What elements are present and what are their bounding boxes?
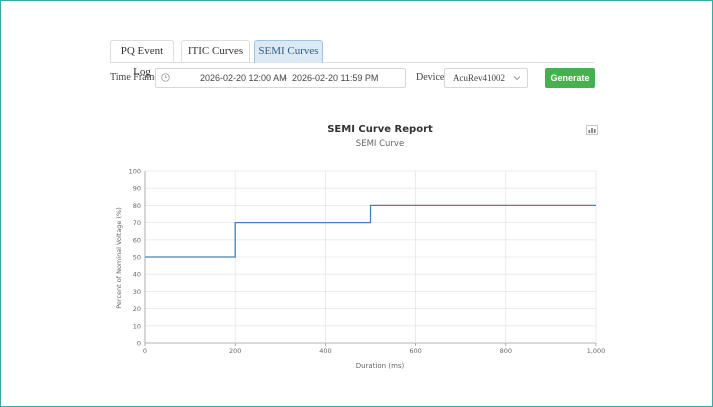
x-tick-label: 600 [409,347,421,355]
y-axis-label: Percent of Nominal Voltage (%) [115,207,123,309]
chart-subtitle: SEMI Curve [356,139,404,149]
y-tick-label: 90 [133,185,141,193]
y-tick-label: 80 [133,202,141,210]
x-tick-label: 200 [229,347,241,355]
x-axis-label: Duration (ms) [356,362,405,370]
y-tick-label: 10 [133,322,141,330]
chevron-down-icon [513,76,521,81]
date-separator: - [284,73,287,83]
y-tick-label: 70 [133,219,141,227]
chart-title: SEMI Curve Report [327,124,433,135]
end-date: 2026-02-20 11:59 PM [292,73,379,83]
device-select[interactable]: AcuRev41002 [444,68,528,88]
report-panel: PQ Event Log ITIC Curves SEMI Curves Tim… [0,0,713,407]
tab-semi-curves[interactable]: SEMI Curves [254,40,323,63]
y-tick-label: 100 [129,168,141,176]
clock-icon [161,73,170,82]
tab-pq-event-log[interactable]: PQ Event Log [110,40,174,78]
y-tick-label: 40 [133,271,141,279]
time-frame-label: Time Frame: [110,72,162,83]
semi-curve-line [145,204,596,258]
x-tick-label: 0 [143,347,147,355]
device-value: AcuRev41002 [453,73,505,83]
x-tick-label: 800 [500,347,512,355]
date-range-picker[interactable]: 2026-02-20 12:00 AM - 2026-02-20 11:59 P… [155,68,406,88]
y-tick-label: 60 [133,236,141,244]
y-tick-label: 30 [133,288,141,296]
start-date: 2026-02-20 12:00 AM [200,73,287,83]
generate-button[interactable]: Generate [545,68,595,88]
x-tick-label: 400 [319,347,331,355]
y-tick-label: 20 [133,305,141,313]
filter-bar: Time Frame: 2026-02-20 12:00 AM - 2026-0… [110,68,596,88]
device-label: Device [416,72,445,83]
tab-itic-curves[interactable]: ITIC Curves [181,40,250,62]
y-tick-label: 50 [133,254,141,262]
report-tabs: PQ Event Log ITIC Curves SEMI Curves [110,40,594,78]
chart-menu-icon[interactable] [586,125,598,135]
x-tick-label: 1,000 [587,347,606,355]
y-tick-label: 0 [137,340,141,348]
